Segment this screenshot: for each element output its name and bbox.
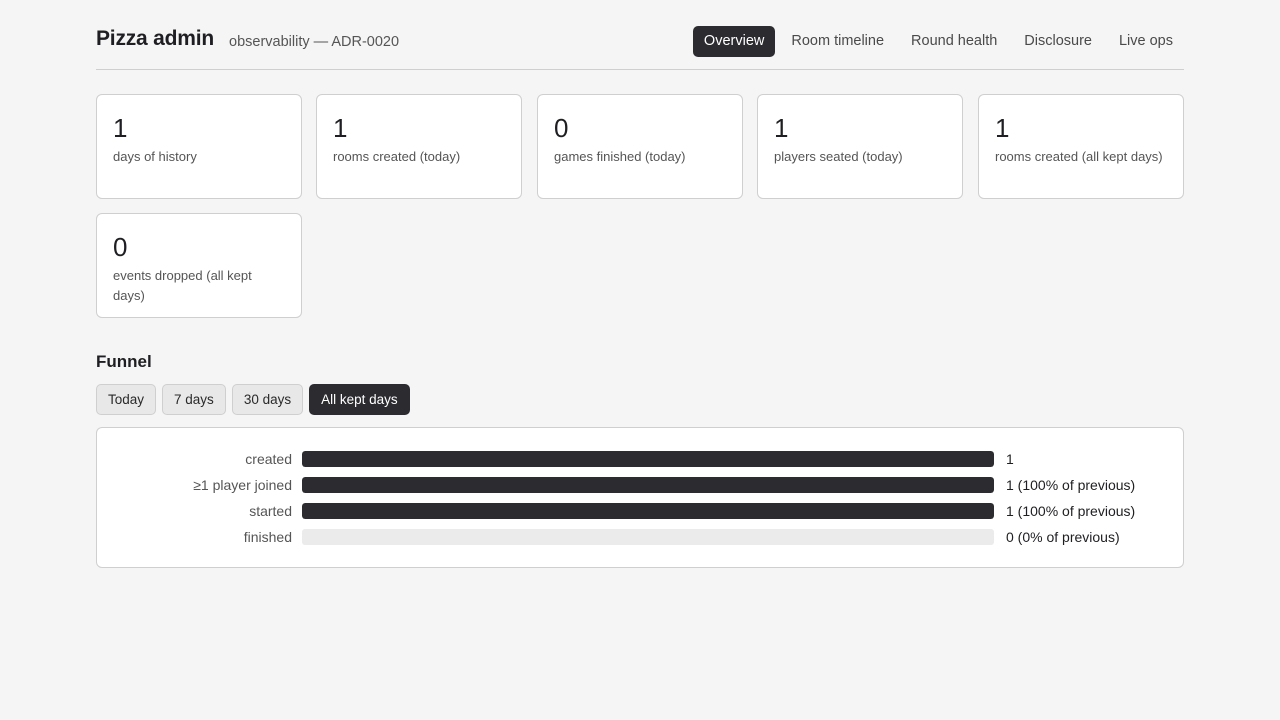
funnel-bar-fill: [302, 477, 994, 493]
funnel-row: ≥1 player joined 1 (100% of previous): [97, 475, 1185, 495]
funnel-bar-fill: [302, 503, 994, 519]
stat-card: 1 rooms created (all kept days): [978, 94, 1184, 199]
tab-overview[interactable]: Overview: [692, 26, 776, 57]
funnel-row-count: 1: [1006, 451, 1014, 467]
stat-card: 0 games finished (today): [537, 94, 743, 199]
funnel-bar-track: [302, 451, 994, 467]
stat-value: 1: [774, 113, 789, 143]
funnel-title: Funnel: [96, 352, 152, 371]
stat-value: 0: [113, 232, 128, 262]
app-title: Pizza admin: [96, 27, 214, 50]
funnel-row-label: started: [249, 503, 292, 519]
funnel-row: created 1: [97, 449, 1185, 469]
range-30-days-button[interactable]: 30 days: [231, 384, 304, 415]
funnel-bar-track: [302, 529, 994, 545]
stat-label: days of history: [113, 149, 197, 164]
funnel-row-label: created: [245, 451, 292, 467]
funnel-row: finished 0 (0% of previous): [97, 527, 1185, 547]
funnel-panel: created 1 ≥1 player joined 1 (100% of pr…: [96, 427, 1184, 568]
stat-value: 0: [554, 113, 569, 143]
stat-value: 1: [113, 113, 128, 143]
stat-value: 1: [995, 113, 1010, 143]
funnel-row-label: ≥1 player joined: [193, 477, 292, 493]
main-nav: Overview Room timeline Round health Disc…: [688, 26, 1184, 57]
funnel-bar-fill: [302, 451, 994, 467]
funnel-row-count: 0 (0% of previous): [1006, 529, 1120, 545]
app-subtitle: observability — ADR-0020: [229, 34, 400, 50]
stat-value: 1: [333, 113, 348, 143]
funnel-bar-track: [302, 477, 994, 493]
stat-label: events dropped (all kept days): [113, 268, 252, 303]
funnel-row-count: 1 (100% of previous): [1006, 477, 1136, 493]
funnel-row-count: 1 (100% of previous): [1006, 503, 1136, 519]
stat-card: 0 events dropped (all kept days): [96, 213, 302, 318]
range-today-button[interactable]: Today: [96, 384, 157, 415]
range-all-kept-days-button[interactable]: All kept days: [309, 384, 410, 415]
funnel-row: started 1 (100% of previous): [97, 501, 1185, 521]
stat-card: 1 rooms created (today): [316, 94, 522, 199]
top-bar: Pizza admin observability — ADR-0020 Ove…: [96, 0, 1184, 70]
stat-label: games finished (today): [554, 149, 686, 164]
funnel-bar-track: [302, 503, 994, 519]
stat-card: 1 days of history: [96, 94, 302, 199]
stat-card: 1 players seated (today): [757, 94, 963, 199]
range-7-days-button[interactable]: 7 days: [162, 384, 226, 415]
stat-label: rooms created (all kept days): [995, 149, 1163, 164]
funnel-range-selector: Today 7 days 30 days All kept days: [96, 384, 416, 415]
tab-round-health[interactable]: Round health: [900, 26, 1008, 57]
tab-disclosure[interactable]: Disclosure: [1013, 26, 1103, 57]
stat-label: players seated (today): [774, 149, 903, 164]
stat-label: rooms created (today): [333, 149, 461, 164]
funnel-row-label: finished: [243, 529, 292, 545]
tab-live-ops[interactable]: Live ops: [1108, 26, 1184, 57]
tab-room-timeline[interactable]: Room timeline: [780, 26, 895, 57]
